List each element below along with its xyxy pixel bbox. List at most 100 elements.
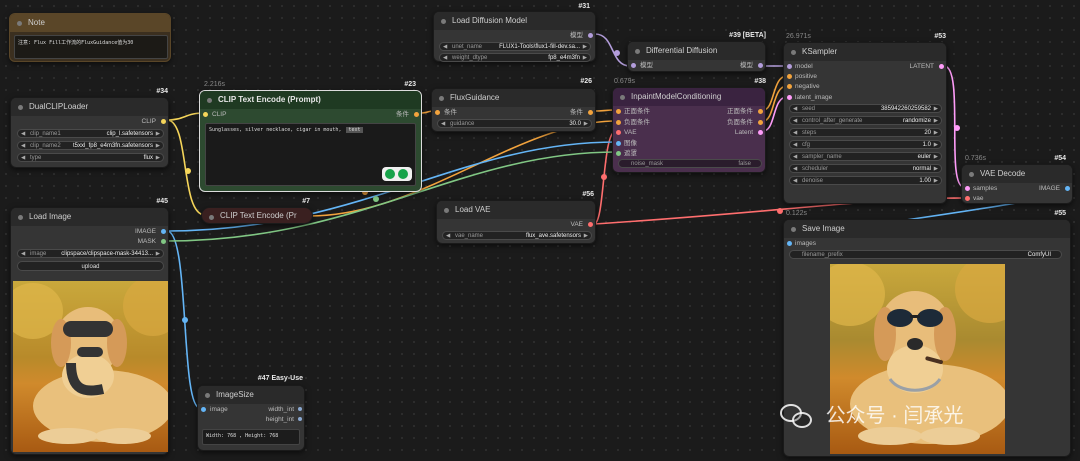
diffusion-model-output-port[interactable]	[588, 33, 593, 38]
weight-dtype-select[interactable]: ◀ weight_dtype fp8_e4m3fn ▶	[439, 53, 591, 62]
inpaint-latent-output-port[interactable]	[758, 130, 763, 135]
clip-name1-select[interactable]: ◀ clip_name1 clip_l.safetensors ▶	[17, 129, 164, 138]
clip-text-encode-23-node[interactable]: CLIP Text Encode (Prompt) CLIP 条件 Sungla…	[199, 90, 422, 192]
imagesize-info-text: Width: 768 , Height: 768	[202, 429, 300, 445]
dualclip-clip-output-port[interactable]	[161, 119, 166, 124]
loadimage-mask-output-port[interactable]	[161, 239, 166, 244]
left-arrow-icon[interactable]: ◀	[21, 142, 25, 149]
left-arrow-icon[interactable]: ◀	[446, 232, 450, 239]
inpaint-model-conditioning-node[interactable]: InpaintModelConditioning 正面条件 负面条件 VAE 图…	[612, 87, 766, 173]
vae-name-select[interactable]: ◀ vae_name flux_ave.safetensors ▶	[442, 231, 592, 240]
dualclip-loader-node[interactable]: DualCLIPLoader CLIP ◀ clip_name1 clip_l.…	[10, 97, 169, 168]
increment-arrow-icon[interactable]: ▶	[934, 177, 938, 184]
ksampler-node[interactable]: KSampler model positive negative latent_…	[783, 42, 947, 204]
vaedecode-vae-input-port[interactable]	[965, 196, 970, 201]
scheduler-select[interactable]: ◀ scheduler normal ▶	[789, 164, 942, 173]
left-arrow-icon[interactable]: ◀	[793, 153, 797, 160]
load-image-node[interactable]: Load Image IMAGE MASK ◀ image clipspace/…	[10, 207, 169, 455]
load-diffusion-model-node[interactable]: Load Diffusion Model 模型 ◀ unet_name FLUX…	[433, 11, 596, 62]
imagesize-height-output-port[interactable]	[298, 417, 302, 421]
vaedecode-image-output-port[interactable]	[1065, 186, 1070, 191]
sampler-name-select[interactable]: ◀ sampler_name euler ▶	[789, 152, 942, 161]
left-arrow-icon[interactable]: ◀	[443, 43, 447, 50]
note-node[interactable]: Note 注意: Flux Fill工作流的FluxGuidance值为30	[9, 13, 171, 62]
loadvae-vae-output-port[interactable]	[588, 222, 593, 227]
decrement-arrow-icon[interactable]: ◀	[793, 105, 797, 112]
inpaint-vae-input-port[interactable]	[616, 130, 621, 135]
differential-diffusion-node[interactable]: Differential Diffusion 模型 模型	[627, 41, 766, 72]
upload-button[interactable]: upload	[17, 261, 164, 271]
inpaint-mask-input-port[interactable]	[616, 151, 621, 156]
decrement-arrow-icon[interactable]: ◀	[793, 129, 797, 136]
note-title: Note	[10, 14, 170, 32]
guidance-cond-input-port[interactable]	[435, 110, 440, 115]
flux-guidance-node[interactable]: FluxGuidance 条件 条件 ◀ guidance 30.0 ▶	[431, 88, 596, 132]
ksampler-latent-output-port[interactable]	[939, 64, 944, 69]
image-select[interactable]: ◀ image clipspace/clipspace-mask-34413..…	[17, 249, 164, 258]
saveimage-images-input-port[interactable]	[787, 241, 792, 246]
load-vae-node[interactable]: Load VAE VAE ◀ vae_name flux_ave.safeten…	[436, 200, 596, 244]
filename-prefix-input[interactable]: filename_prefix ComfyUI	[789, 250, 1062, 259]
increment-arrow-icon[interactable]: ▶	[934, 129, 938, 136]
diffdiff-model-output-port[interactable]	[758, 63, 763, 68]
diffdiff-model-input-port[interactable]	[631, 63, 636, 68]
right-arrow-icon[interactable]: ▶	[934, 117, 938, 124]
encode23-timing: 2.216s	[204, 81, 226, 88]
extension-badge-icon[interactable]	[382, 167, 412, 181]
seed-input[interactable]: ◀ seed 385942260259582 ▶	[789, 104, 942, 113]
steps-input[interactable]: ◀ steps 20 ▶	[789, 128, 942, 137]
vaedecode-samples-input-port[interactable]	[965, 186, 970, 191]
inpaint-pos-output-port[interactable]	[758, 109, 763, 114]
increment-arrow-icon[interactable]: ▶	[934, 141, 938, 148]
left-arrow-icon[interactable]: ◀	[793, 117, 797, 124]
right-arrow-icon[interactable]: ▶	[584, 232, 588, 239]
left-arrow-icon[interactable]: ◀	[21, 154, 25, 161]
loadimage-image-output-port[interactable]	[161, 229, 166, 234]
ksampler-negative-input-port[interactable]	[787, 84, 792, 89]
left-arrow-icon[interactable]: ◀	[443, 54, 447, 61]
imagesize-width-output-port[interactable]	[298, 407, 302, 411]
increment-arrow-icon[interactable]: ▶	[584, 120, 588, 127]
decrement-arrow-icon[interactable]: ◀	[441, 120, 445, 127]
right-arrow-icon[interactable]: ▶	[156, 130, 160, 137]
guidance-cond-output-port[interactable]	[588, 110, 593, 115]
increment-arrow-icon[interactable]: ▶	[934, 105, 938, 112]
left-arrow-icon[interactable]: ◀	[793, 165, 797, 172]
right-arrow-icon[interactable]: ▶	[583, 54, 587, 61]
control-after-generate-select[interactable]: ◀ control_after_generate randomize ▶	[789, 116, 942, 125]
encode23-clip-input-port[interactable]	[203, 112, 208, 117]
inpaint-neg-input-port[interactable]	[616, 120, 621, 125]
encode23-clip-input-label: CLIP	[212, 111, 227, 118]
ksampler-title: KSampler	[784, 43, 946, 61]
cfg-input[interactable]: ◀ cfg 1.0 ▶	[789, 140, 942, 149]
type-select[interactable]: ◀ type flux ▶	[17, 153, 164, 162]
clip-name2-select[interactable]: ◀ clip_name2 t5xxl_fp8_e4m3fn.safetensor…	[17, 141, 164, 150]
guidance-number-input[interactable]: ◀ guidance 30.0 ▶	[437, 119, 592, 128]
decrement-arrow-icon[interactable]: ◀	[793, 177, 797, 184]
image-size-node[interactable]: ImageSize image width_int height_int Wid…	[197, 385, 305, 451]
ksampler-model-input-port[interactable]	[787, 64, 792, 69]
denoise-input[interactable]: ◀ denoise 1.00 ▶	[789, 176, 942, 185]
right-arrow-icon[interactable]: ▶	[934, 153, 938, 160]
inpaint-pos-input-port[interactable]	[616, 109, 621, 114]
inpaint-neg-output-port[interactable]	[758, 120, 763, 125]
right-arrow-icon[interactable]: ▶	[156, 250, 160, 257]
right-arrow-icon[interactable]: ▶	[934, 165, 938, 172]
unet-name-select[interactable]: ◀ unet_name FLUX1-Tools\flux1-fill-dev.s…	[439, 42, 591, 51]
right-arrow-icon[interactable]: ▶	[156, 142, 160, 149]
left-arrow-icon[interactable]: ◀	[21, 250, 25, 257]
encode23-cond-output-port[interactable]	[414, 112, 419, 117]
noise-mask-toggle[interactable]: noise_mask false	[618, 159, 762, 168]
ksampler-latent-input-port[interactable]	[787, 95, 792, 100]
right-arrow-icon[interactable]: ▶	[583, 43, 587, 50]
vae-decode-node[interactable]: VAE Decode samples vae IMAGE	[961, 164, 1073, 204]
note-text[interactable]: 注意: Flux Fill工作流的FluxGuidance值为30	[14, 35, 168, 59]
encode7-title: CLIP Text Encode (Pr	[202, 208, 312, 223]
right-arrow-icon[interactable]: ▶	[156, 154, 160, 161]
inpaint-pixels-input-port[interactable]	[616, 141, 621, 146]
imagesize-image-input-port[interactable]	[201, 407, 206, 412]
decrement-arrow-icon[interactable]: ◀	[793, 141, 797, 148]
ksampler-positive-input-port[interactable]	[787, 74, 792, 79]
left-arrow-icon[interactable]: ◀	[21, 130, 25, 137]
clip-text-encode-7-node[interactable]: CLIP Text Encode (Pr	[201, 207, 313, 224]
